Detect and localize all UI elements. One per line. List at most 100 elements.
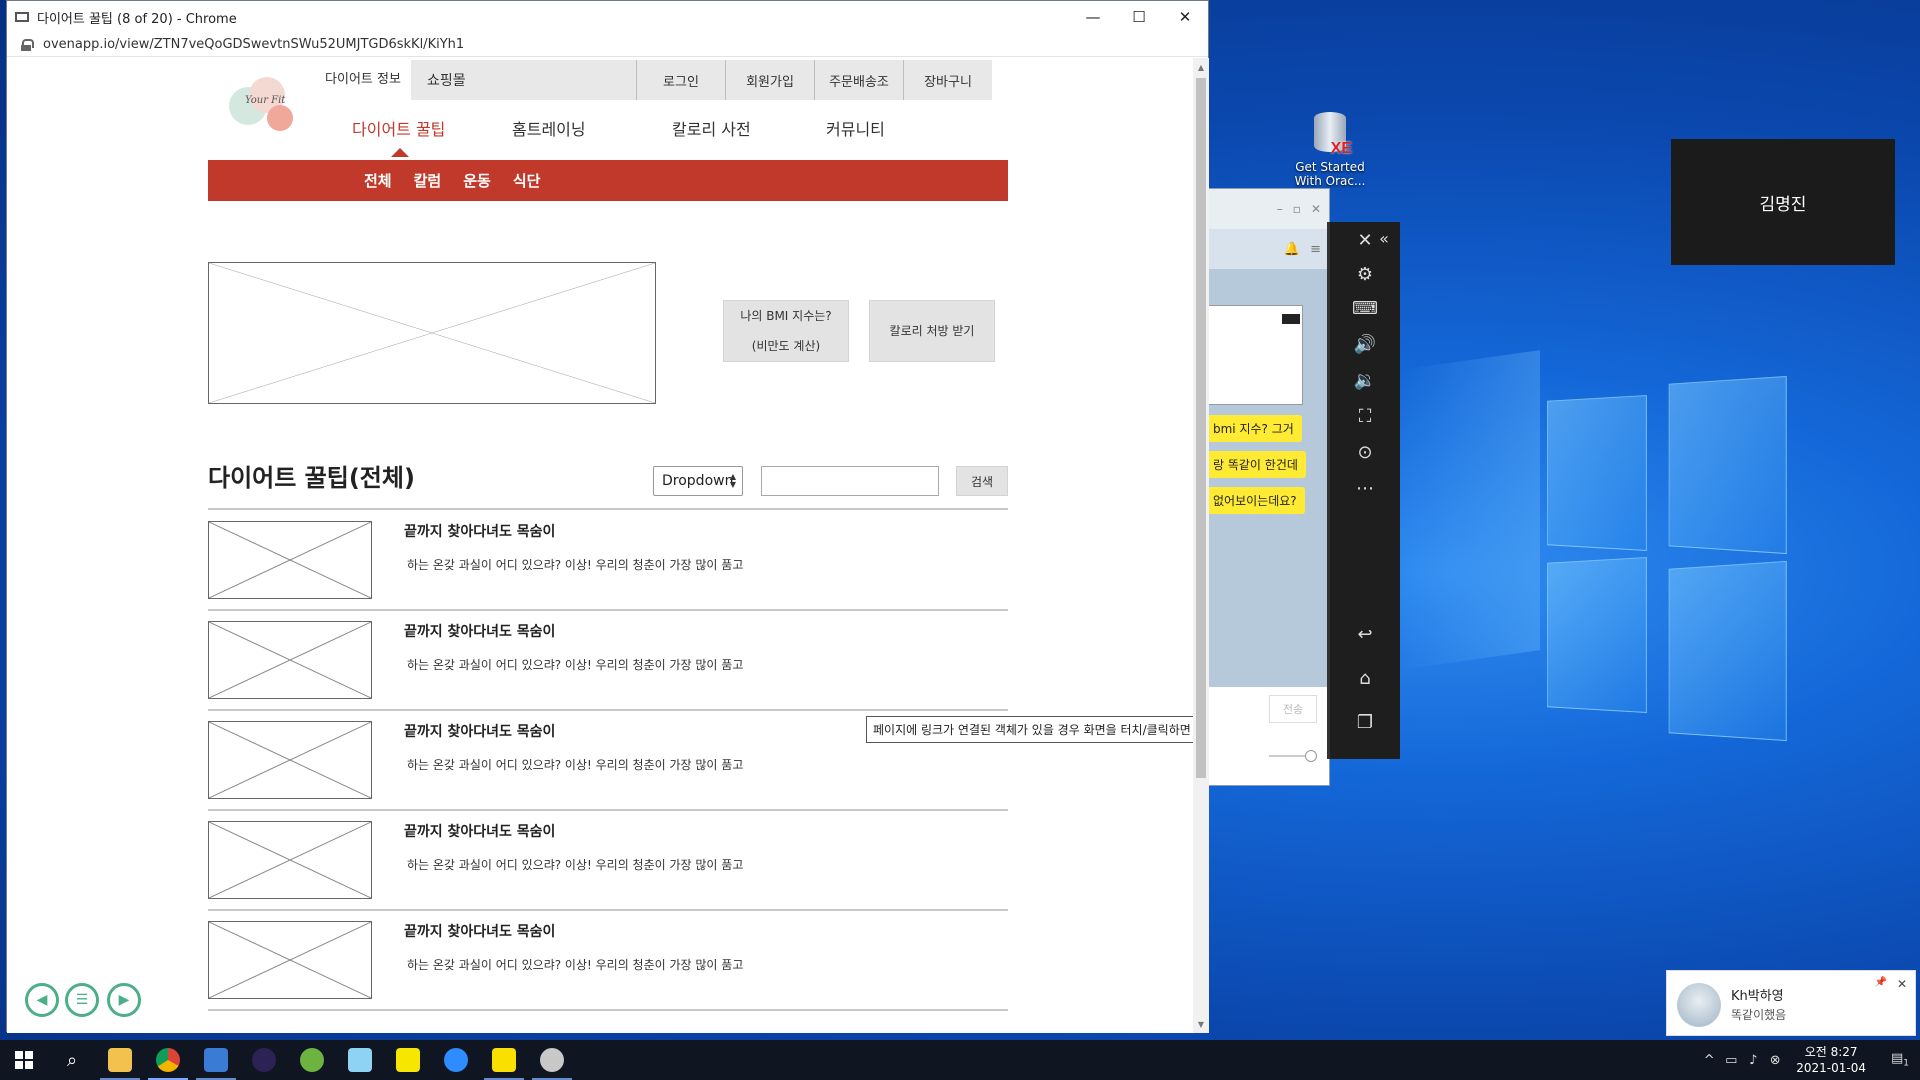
notification-sender: Kh박하영: [1731, 989, 1784, 1004]
chrome-window[interactable]: 다이어트 꿀팁 (8 of 20) - Chrome — ☐ ✕ ovenapp…: [6, 0, 1209, 1033]
taskbar-app[interactable]: [192, 1040, 240, 1080]
site-logo[interactable]: Your Fit: [227, 75, 297, 137]
close-icon[interactable]: ✕: [1897, 977, 1907, 991]
maximize-icon[interactable]: ▫: [1293, 202, 1301, 216]
taskbar-chrome[interactable]: [144, 1040, 192, 1080]
bell-icon[interactable]: 🔔: [1284, 242, 1300, 257]
search-button[interactable]: ⌕: [48, 1040, 96, 1080]
send-button[interactable]: 전송: [1269, 695, 1317, 723]
main-nav-diet-tips[interactable]: 다이어트 꿀팁: [352, 116, 472, 140]
main-nav-calorie-dictionary[interactable]: 칼로리 사전: [672, 116, 792, 140]
scroll-up-icon[interactable]: ▲: [1193, 60, 1209, 74]
start-button[interactable]: [0, 1040, 48, 1080]
volume-up-icon[interactable]: 🔊: [1330, 328, 1400, 360]
collapse-icon[interactable]: «: [1368, 222, 1400, 254]
window-titlebar: 다이어트 꿀팁 (8 of 20) - Chrome — ☐ ✕: [7, 1, 1208, 33]
sub-nav-all[interactable]: 전체: [364, 170, 392, 191]
post-thumbnail: [208, 621, 372, 699]
search-input[interactable]: [761, 466, 939, 496]
top-nav-diet-info[interactable]: 다이어트 정보: [315, 60, 411, 100]
order-tracking-link[interactable]: 주문배송조: [814, 60, 903, 100]
oracle-desktop-icon[interactable]: XE Get Started With Orac...: [1290, 108, 1370, 188]
screenshot-icon[interactable]: ⛶: [1330, 400, 1400, 432]
post-thumbnail: [208, 821, 372, 899]
scroll-down-icon[interactable]: ▼: [1193, 1017, 1209, 1031]
shared-image-thumbnail[interactable]: [1207, 305, 1303, 405]
post-title[interactable]: 끝까지 찾아다녀도 목숨이: [404, 621, 555, 641]
sub-nav-column[interactable]: 칼럼: [414, 170, 442, 191]
page-scrollbar[interactable]: ▲ ▼: [1193, 58, 1209, 1033]
taskbar-spring[interactable]: [288, 1040, 336, 1080]
signup-link[interactable]: 회원가입: [725, 60, 814, 100]
chrome-icon: [156, 1048, 180, 1072]
minimize-icon[interactable]: –: [1277, 202, 1283, 216]
sub-nav-diet[interactable]: 식단: [513, 170, 541, 191]
post-title[interactable]: 끝까지 찾아다녀도 목숨이: [404, 521, 555, 541]
maximize-button[interactable]: ☐: [1116, 1, 1162, 33]
pin-icon[interactable]: 📌: [1875, 977, 1887, 988]
url-text[interactable]: ovenapp.io/view/ZTN7veQoGDSwevtnSWu52UMJ…: [43, 37, 464, 52]
taskbar-zoom[interactable]: [432, 1040, 480, 1080]
taskbar-kakaotalk[interactable]: [480, 1040, 528, 1080]
main-nav-home-training[interactable]: 홈트레이닝: [512, 116, 632, 140]
calorie-button-label: 칼로리 처방 받기: [889, 324, 975, 338]
top-nav-shop[interactable]: 쇼핑몰: [411, 60, 636, 100]
home-icon[interactable]: ⌂: [1330, 662, 1400, 694]
volume-down-icon[interactable]: 🔉: [1330, 364, 1400, 396]
cart-link[interactable]: 장바구니: [903, 60, 992, 100]
taskbar-eclipse[interactable]: [240, 1040, 288, 1080]
taskbar-kakao[interactable]: [384, 1040, 432, 1080]
back-icon[interactable]: ↩: [1330, 618, 1400, 650]
close-button[interactable]: ✕: [1162, 1, 1208, 33]
taskbar-file-explorer[interactable]: [96, 1040, 144, 1080]
post-title[interactable]: 끝까지 찾아다녀도 목숨이: [404, 721, 555, 741]
record-icon[interactable]: ⊙: [1330, 436, 1400, 468]
recent-apps-icon[interactable]: ❐: [1330, 706, 1400, 738]
windows-logo-pane: [1668, 375, 1787, 555]
taskbar-notepad[interactable]: [336, 1040, 384, 1080]
windows-logo-pane: [1668, 560, 1787, 742]
active-indicator: [391, 148, 409, 157]
post-title[interactable]: 끝까지 찾아다녀도 목숨이: [404, 821, 555, 841]
windows-logo-pane: [1547, 394, 1647, 552]
post-desc: 하는 온갖 과실이 어디 있으랴? 이상! 우리의 청춘이 가장 많이 품고: [407, 858, 744, 872]
next-page-button[interactable]: ▶: [107, 983, 141, 1017]
prev-page-button[interactable]: ◀: [25, 983, 59, 1017]
search-button[interactable]: 검색: [956, 466, 1008, 496]
post-thumbnail: [208, 921, 372, 999]
more-icon[interactable]: ⋯: [1330, 472, 1400, 504]
post-desc: 하는 온갖 과실이 어디 있으랴? 이상! 우리의 청춘이 가장 많이 품고: [407, 658, 744, 672]
clock-time: 오전 8:27: [1804, 1045, 1858, 1059]
section-title: 다이어트 꿀팁(전체): [208, 464, 415, 492]
chat-window[interactable]: – ▫ ✕ 🔔 ≡ bmi 지수? 그거 랑 똑같이 한건데 없어보이는데요? …: [1204, 188, 1330, 786]
menu-icon[interactable]: ≡: [1310, 242, 1321, 257]
opacity-slider[interactable]: [1269, 750, 1317, 762]
scroll-thumb[interactable]: [1196, 78, 1206, 778]
settings-icon[interactable]: ⚙: [1330, 258, 1400, 290]
main-nav-community[interactable]: 커뮤니티: [826, 116, 946, 140]
login-link[interactable]: 로그인: [636, 60, 725, 100]
search-icon: ⌕: [66, 1049, 78, 1071]
action-center-button[interactable]: ▤1: [1880, 1051, 1920, 1069]
close-icon[interactable]: ✕: [1311, 202, 1321, 216]
keyboard-icon[interactable]: ⌨: [1330, 292, 1400, 324]
status-icon[interactable]: ⊗: [1764, 1053, 1786, 1068]
menu-button[interactable]: ☰: [65, 983, 99, 1017]
volume-icon[interactable]: ♪: [1742, 1053, 1764, 1068]
folder-icon: [108, 1048, 132, 1072]
post-title[interactable]: 끝까지 찾아다녀도 목숨이: [404, 921, 555, 941]
chat-input-area[interactable]: 전송: [1205, 687, 1329, 785]
category-dropdown[interactable]: Dropdown ▲ ▼: [653, 466, 743, 496]
kakaotalk-icon: [492, 1048, 516, 1072]
sub-nav-exercise[interactable]: 운동: [463, 170, 491, 191]
top-nav: 다이어트 정보 쇼핑몰 로그인 회원가입 주문배송조 장바구니: [315, 60, 992, 100]
toast-notification[interactable]: Kh박하영 똑같이했음 📌 ✕: [1666, 970, 1916, 1036]
calorie-prescription-button[interactable]: 칼로리 처방 받기: [869, 300, 995, 362]
bmi-button[interactable]: 나의 BMI 지수는? (비만도 계산): [723, 300, 849, 362]
taskbar-paint[interactable]: [528, 1040, 576, 1080]
clock[interactable]: 오전 8:27 2021-01-04: [1796, 1044, 1866, 1076]
chevron-up-icon[interactable]: ^: [1698, 1053, 1720, 1068]
address-bar[interactable]: ovenapp.io/view/ZTN7veQoGDSwevtnSWu52UMJ…: [7, 33, 1208, 57]
network-icon[interactable]: ▭: [1720, 1053, 1742, 1068]
minimize-button[interactable]: —: [1070, 1, 1116, 33]
